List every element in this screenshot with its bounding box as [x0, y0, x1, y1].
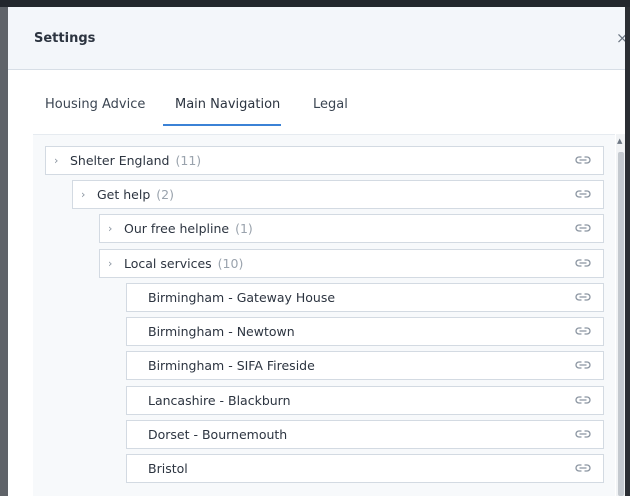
active-tab-indicator	[163, 124, 281, 126]
scrollbar-thumb[interactable]	[618, 152, 624, 496]
link-icon[interactable]	[575, 188, 591, 200]
link-icon[interactable]	[575, 154, 591, 166]
tab-bar: Housing Advice Main Navigation Legal	[8, 97, 625, 127]
background-topbar	[0, 0, 630, 7]
link-icon[interactable]	[575, 428, 591, 440]
tree-node-count: (1)	[235, 221, 253, 236]
tree-node-label: Our free helpline	[124, 221, 230, 236]
link-icon[interactable]	[575, 222, 591, 234]
link-icon[interactable]	[575, 257, 591, 269]
link-icon[interactable]	[575, 291, 591, 303]
settings-modal: Settings × Housing Advice Main Navigatio…	[8, 7, 625, 496]
tree-node-label: Birmingham - Newtown	[148, 324, 295, 339]
tree-node-get-help[interactable]: › Get help (2)	[72, 180, 604, 209]
link-icon[interactable]	[575, 359, 591, 371]
tree-node-count: (2)	[156, 187, 174, 202]
tab-main-navigation[interactable]: Main Navigation	[175, 97, 280, 121]
tree-node-lancashire-blackburn[interactable]: Lancashire - Blackburn	[126, 386, 604, 415]
tree-node-shelter-england[interactable]: › Shelter England (11)	[45, 146, 604, 175]
scroll-up-icon[interactable]: ▲	[617, 137, 622, 145]
chevron-right-icon[interactable]: ›	[108, 257, 118, 270]
tree-node-label: Local services	[124, 256, 212, 271]
chevron-right-icon[interactable]: ›	[54, 154, 64, 167]
link-icon[interactable]	[575, 394, 591, 406]
tree-node-count: (11)	[175, 153, 202, 168]
tree-node-our-free-helpline[interactable]: › Our free helpline (1)	[99, 214, 604, 243]
tab-legal[interactable]: Legal	[313, 97, 348, 121]
modal-title: Settings	[34, 31, 96, 46]
tree-node-count: (10)	[217, 256, 244, 271]
chevron-right-icon[interactable]: ›	[81, 188, 91, 201]
tab-housing-advice[interactable]: Housing Advice	[45, 97, 145, 121]
tree-node-label: Lancashire - Blackburn	[148, 393, 291, 408]
tree-node-label: Get help	[97, 187, 151, 202]
tree-node-birmingham-sifa-fireside[interactable]: Birmingham - SIFA Fireside	[126, 351, 604, 380]
tree-node-label: Shelter England	[70, 153, 170, 168]
tree-node-dorset-bournemouth[interactable]: Dorset - Bournemouth	[126, 420, 604, 449]
tree-node-birmingham-gateway-house[interactable]: Birmingham - Gateway House	[126, 283, 604, 312]
link-icon[interactable]	[575, 462, 591, 474]
tree-node-label: Birmingham - SIFA Fireside	[148, 358, 315, 373]
tree-node-birmingham-newtown[interactable]: Birmingham - Newtown	[126, 317, 604, 346]
tree-node-bristol[interactable]: Bristol	[126, 454, 604, 483]
close-icon[interactable]: ×	[616, 29, 625, 47]
chevron-right-icon[interactable]: ›	[108, 222, 118, 235]
link-icon[interactable]	[575, 325, 591, 337]
tree-node-label: Bristol	[148, 461, 188, 476]
modal-header: Settings ×	[8, 7, 625, 70]
tree-node-label: Dorset - Bournemouth	[148, 427, 288, 442]
tree-node-local-services[interactable]: › Local services (10)	[99, 249, 604, 278]
tree-node-label: Birmingham - Gateway House	[148, 290, 336, 305]
